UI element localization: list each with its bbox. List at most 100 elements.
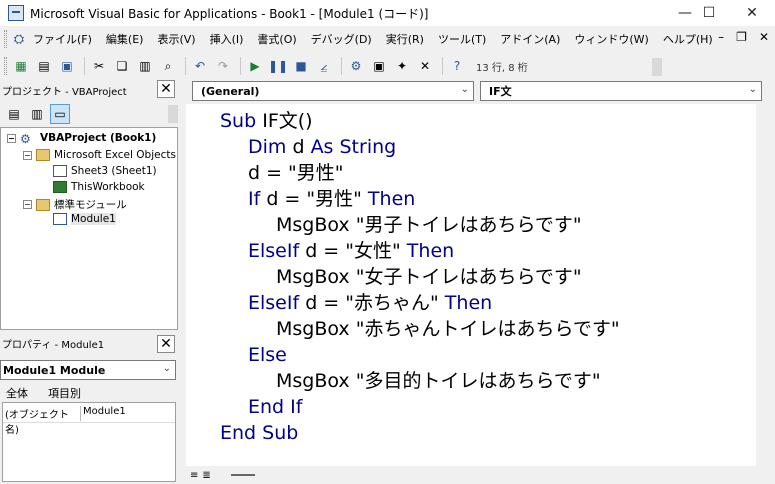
toolbar-separator [84, 57, 85, 75]
menu-view[interactable]: 表示(V) [157, 31, 195, 47]
menu-format[interactable]: 書式(O) [257, 31, 296, 47]
code-keyword: Then [367, 188, 416, 210]
copy-icon[interactable]: ❏ [112, 56, 132, 76]
mdi-restore-icon[interactable]: ❐ [736, 30, 747, 44]
code-line[interactable]: MsgBox "男子トイレはあちらです" [276, 212, 582, 238]
code-keyword: Dim [248, 136, 287, 158]
code-keyword: Then [444, 292, 493, 314]
tree-item-module1[interactable]: Module1 [53, 213, 116, 225]
chevron-down-icon[interactable]: ⌄ [461, 84, 469, 95]
collapse-icon[interactable]: − [7, 133, 16, 143]
help-icon[interactable]: ? [447, 56, 467, 76]
project-panel-toolbar: ▤ ▥ ▭ [0, 103, 178, 125]
menu-bar: ⛭ ファイル(F) 編集(E) 表示(V) 挿入(I) 書式(O) デバッグ(D… [0, 27, 775, 51]
menu-grip[interactable] [4, 30, 7, 48]
procedure-combo[interactable]: IF文 ⌄ [480, 81, 762, 101]
code-line[interactable]: ElseIf d = "赤ちゃん" Then [248, 290, 492, 316]
project-explorer-icon[interactable]: ⚙ [346, 56, 366, 76]
code-text: d [286, 136, 311, 158]
properties-window-icon[interactable]: ▣ [369, 56, 389, 76]
code-text: d = "女性" [299, 240, 407, 262]
insert-module-icon[interactable]: ▤ [34, 56, 54, 76]
menu-debug[interactable]: デバッグ(D) [311, 31, 372, 47]
mdi-minimize-icon[interactable]: – [718, 30, 724, 44]
view-object-icon[interactable]: ▥ [27, 104, 47, 124]
tab-categorized[interactable]: 項目別 [48, 385, 81, 401]
horizontal-scrollbar[interactable]: ≡ ≣ [186, 466, 775, 484]
toolbar-separator [341, 57, 342, 75]
code-line[interactable]: End If [248, 394, 302, 420]
panel-toolbar-options-icon[interactable] [168, 105, 178, 123]
code-line[interactable]: MsgBox "赤ちゃんトイレはあちらです" [276, 316, 620, 342]
procedure-view-icon[interactable]: ≡ [190, 470, 198, 481]
standard-toolbar: ▦ ▤ ▣ ✂ ❏ ▥ ⌕ ↶ ↷ ▶ ❚❚ ■ ⦤ ⚙ ▣ ✦ ✕ ? 13 … [0, 53, 665, 79]
menu-insert[interactable]: 挿入(I) [210, 31, 244, 47]
design-mode-icon[interactable]: ⦤ [314, 56, 334, 76]
code-line[interactable]: ElseIf d = "女性" Then [248, 238, 454, 264]
code-line[interactable]: Dim d As String [248, 134, 396, 160]
collapse-icon[interactable]: − [23, 200, 32, 209]
code-keyword: ElseIf [248, 292, 300, 314]
vba-menu-icon[interactable]: ⛭ [11, 31, 27, 47]
tree-item-project[interactable]: − ⚙ VBAProject (Book1) [7, 132, 156, 146]
tree-item-modules[interactable]: − 標準モジュール [23, 197, 127, 212]
cursor-position: 13 行, 8 桁 [476, 62, 528, 74]
toolbar-separator [442, 57, 443, 75]
code-text: MsgBox "男子トイレはあちらです" [276, 214, 582, 236]
menu-file[interactable]: ファイル(F) [33, 31, 92, 47]
menu-addins[interactable]: アドイン(A) [500, 31, 560, 47]
properties-object-select[interactable]: Module1 Module ⌄ [0, 360, 176, 380]
mdi-close-icon[interactable]: ✕ [759, 30, 769, 44]
tree-item-workbook[interactable]: ThisWorkbook [53, 181, 145, 193]
tab-alphabetic[interactable]: 全体 [6, 385, 28, 401]
paste-icon[interactable]: ▥ [135, 56, 155, 76]
toolbar-grip[interactable] [4, 57, 7, 75]
redo-icon[interactable]: ↷ [213, 56, 233, 76]
break-icon[interactable]: ❚❚ [268, 56, 288, 76]
mdi-controls: – ❐ ✕ [718, 30, 769, 44]
toolbar-options-icon[interactable] [652, 58, 662, 76]
code-line[interactable]: End Sub [220, 420, 298, 446]
cut-icon[interactable]: ✂ [89, 56, 109, 76]
properties-panel-close-icon[interactable]: ✕ [157, 335, 175, 353]
folder-icon [36, 149, 50, 161]
code-line[interactable]: MsgBox "女子トイレはあちらです" [276, 264, 582, 290]
toolbox-icon[interactable]: ✕ [415, 56, 435, 76]
code-line[interactable]: d = "男性" [248, 160, 344, 186]
maximize-icon[interactable]: ☐ [686, 0, 732, 26]
toggle-folders-icon[interactable]: ▭ [50, 104, 70, 124]
project-panel-close-icon[interactable]: ✕ [157, 80, 175, 98]
property-value[interactable]: Module1 [83, 406, 173, 421]
close-icon[interactable]: ✕ [729, 0, 775, 26]
code-line[interactable]: If d = "男性" Then [248, 186, 415, 212]
collapse-icon[interactable]: − [23, 150, 32, 160]
code-text: IF文() [256, 110, 313, 132]
save-icon[interactable]: ▣ [57, 56, 77, 76]
code-editor[interactable]: Sub IF文() Dim d As String d = "男性" If d = "… [186, 104, 756, 466]
view-code-icon[interactable]: ▤ [4, 104, 24, 124]
code-line[interactable]: MsgBox "多目的トイレはあちらです" [276, 368, 601, 394]
code-keyword: If [248, 188, 261, 210]
menu-edit[interactable]: 編集(E) [106, 31, 144, 47]
object-browser-icon[interactable]: ✦ [392, 56, 412, 76]
properties-grid: (オブジェクト名) Module1 [2, 402, 176, 482]
menu-window[interactable]: ウィンドウ(W) [574, 31, 648, 47]
run-icon[interactable]: ▶ [245, 56, 265, 76]
menu-run[interactable]: 実行(R) [386, 31, 424, 47]
tree-item-excel-objects[interactable]: − Microsoft Excel Objects [23, 149, 176, 161]
chevron-down-icon[interactable]: ⌄ [163, 363, 171, 374]
tree-item-sheet[interactable]: Sheet3 (Sheet1) [53, 165, 157, 177]
scroll-thumb[interactable] [230, 474, 255, 476]
chevron-down-icon[interactable]: ⌄ [749, 84, 757, 95]
reset-icon[interactable]: ■ [291, 56, 311, 76]
full-module-view-icon[interactable]: ≣ [202, 470, 210, 481]
vertical-scrollbar[interactable] [757, 104, 775, 466]
code-line[interactable]: Sub IF文() [220, 108, 313, 134]
undo-icon[interactable]: ↶ [190, 56, 210, 76]
menu-tools[interactable]: ツール(T) [438, 31, 486, 47]
view-excel-icon[interactable]: ▦ [11, 56, 31, 76]
find-icon[interactable]: ⌕ [158, 56, 178, 76]
code-line[interactable]: Else [248, 342, 287, 368]
object-combo[interactable]: (General) ⌄ [192, 81, 474, 101]
menu-help[interactable]: ヘルプ(H) [663, 31, 713, 47]
